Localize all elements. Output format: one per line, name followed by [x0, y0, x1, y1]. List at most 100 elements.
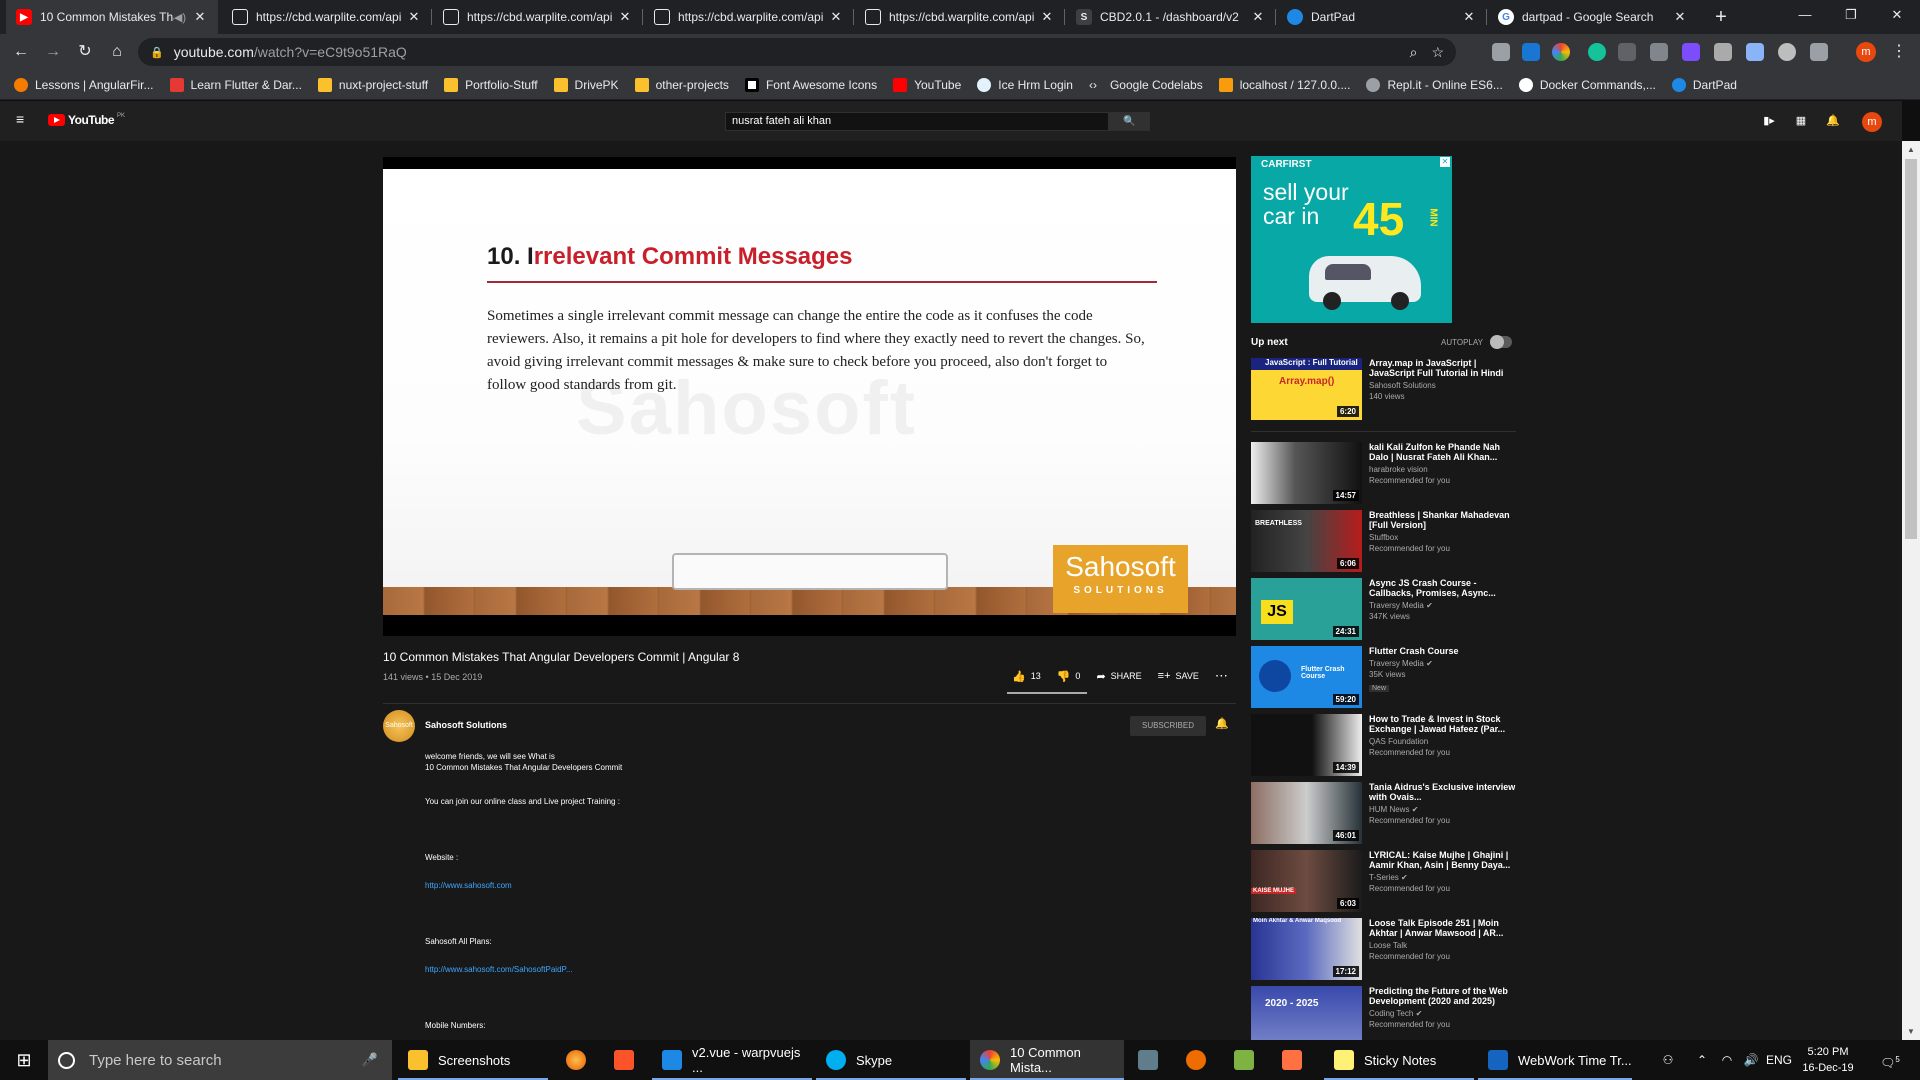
recommended-video[interactable]: Flutter Crash Course 59:20 Flutter Crash…	[1251, 646, 1521, 708]
recommended-video[interactable]: 14:39 How to Trade & Invest in Stock Exc…	[1251, 714, 1521, 776]
page-scrollbar[interactable]: ▲ ▼	[1902, 141, 1920, 1040]
video-player[interactable]: Sahosoft 10. Irrelevant Commit Messages …	[383, 157, 1236, 636]
search-input[interactable]: nusrat fateh ali khan	[725, 112, 1109, 131]
account-avatar[interactable]: m	[1862, 112, 1882, 132]
video-thumbnail[interactable]: Flutter Crash Course 59:20	[1251, 646, 1362, 708]
close-icon[interactable]: ✕	[1672, 9, 1688, 25]
taskbar-item-brave[interactable]	[604, 1040, 648, 1080]
taskbar-item-chrome[interactable]: 10 Common Mista...	[970, 1040, 1124, 1080]
address-bar[interactable]: 🔒 youtube.com/watch?v=eC9t9o51RaQ ⌕ ☆	[138, 38, 1456, 66]
bookmark-item[interactable]: Repl.it - Online ES6...	[1366, 77, 1503, 92]
language-indicator[interactable]: ENG	[1762, 1040, 1796, 1080]
extension-icon[interactable]	[1810, 43, 1828, 61]
taskbar-item-skype[interactable]: Skype	[816, 1040, 966, 1080]
taskbar-search[interactable]: Type here to search 🎤	[48, 1040, 392, 1080]
share-button[interactable]: ➦ SHARE	[1096, 670, 1141, 683]
forward-button[interactable]: →	[42, 41, 64, 63]
bookmark-item[interactable]: Docker Commands,...	[1518, 77, 1656, 92]
bookmark-item[interactable]: YouTube	[893, 77, 961, 92]
recommended-video[interactable]: KAISE MUJHE 6:03 LYRICAL: Kaise Mujhe | …	[1251, 850, 1521, 912]
microphone-icon[interactable]: 🎤	[362, 1052, 378, 1068]
video-thumbnail[interactable]: Moin Akhtar & Anwar Maqsood 17:12	[1251, 918, 1362, 980]
bookmark-folder[interactable]: nuxt-project-stuff	[317, 77, 428, 92]
bookmark-folder[interactable]: Portfolio-Stuff	[444, 77, 538, 92]
recommended-video[interactable]: 14:57 kali Kali Zulfon ke Phande Nah Dal…	[1251, 442, 1521, 504]
minimize-button[interactable]: —	[1782, 0, 1828, 30]
home-button[interactable]: ⌂	[106, 41, 128, 63]
taskbar-item-sticky-notes[interactable]: Sticky Notes	[1324, 1040, 1474, 1080]
extension-icon[interactable]	[1650, 43, 1668, 61]
tab-dartpad[interactable]: DartPad ✕	[1277, 0, 1487, 34]
restore-button[interactable]: ❐	[1828, 0, 1874, 30]
extension-icon[interactable]	[1682, 43, 1700, 61]
bookmark-item[interactable]: ‹› Google Codelabs	[1089, 78, 1203, 92]
taskbar-item-terminal[interactable]	[1224, 1040, 1268, 1080]
menu-dots-icon[interactable]: ⋮	[1888, 41, 1910, 63]
hamburger-menu-icon[interactable]: ≡	[16, 112, 30, 126]
video-thumbnail[interactable]: JS 24:31	[1251, 578, 1362, 640]
people-icon[interactable]: ⚇	[1656, 1040, 1680, 1080]
zoom-icon[interactable]: ⌕	[1410, 44, 1418, 61]
reload-button[interactable]: ↻	[74, 41, 96, 63]
video-title[interactable]: LYRICAL: Kaise Mujhe | Ghajini | Aamir K…	[1369, 850, 1519, 870]
recommended-video[interactable]: 46:01 Tania Aidrus's Exclusive interview…	[1251, 782, 1521, 844]
video-title[interactable]: Predicting the Future of the Web Develop…	[1369, 986, 1519, 1006]
video-thumbnail[interactable]: JavaScript : Full Tutorial Array.map() 6…	[1251, 358, 1362, 420]
search-icon[interactable]: 🔍	[1109, 112, 1150, 131]
new-tab-button[interactable]: +	[1708, 4, 1734, 30]
more-actions-icon[interactable]: ⋯	[1215, 668, 1228, 684]
bookmark-item[interactable]: Font Awesome Icons	[744, 77, 877, 92]
tab-warplite-2[interactable]: https://cbd.warplite.com/api ✕	[433, 0, 643, 34]
extension-icon[interactable]	[1522, 43, 1540, 61]
recommended-video[interactable]: BREATHLESS 6:06 Breathless | Shankar Mah…	[1251, 510, 1521, 572]
save-button[interactable]: ≡+ SAVE	[1158, 670, 1199, 682]
like-button[interactable]: 👍 13	[1012, 670, 1041, 683]
extension-icon[interactable]	[1618, 43, 1636, 61]
recommended-video[interactable]: JS 24:31 Async JS Crash Course - Callbac…	[1251, 578, 1521, 640]
video-title[interactable]: Loose Talk Episode 251 | Moin Akhtar | A…	[1369, 918, 1519, 938]
video-title[interactable]: Async JS Crash Course - Callbacks, Promi…	[1369, 578, 1519, 598]
volume-icon[interactable]: 🔊	[1740, 1040, 1762, 1080]
channel-avatar[interactable]: Sahosoft	[383, 710, 415, 742]
close-icon[interactable]: ✕	[1039, 9, 1055, 25]
apps-grid-icon[interactable]: ▦	[1794, 115, 1808, 128]
extension-icon[interactable]	[1714, 43, 1732, 61]
bookmark-item[interactable]: localhost / 127.0.0....	[1218, 77, 1350, 92]
grammarly-icon[interactable]	[1588, 43, 1606, 61]
wifi-icon[interactable]: ◠	[1716, 1040, 1738, 1080]
taskbar-item-webwork[interactable]: WebWork Time Tr...	[1478, 1040, 1632, 1080]
notifications-bell-icon[interactable]: 🔔	[1826, 115, 1840, 128]
close-window-button[interactable]: ✕	[1874, 0, 1920, 30]
autoplay-toggle[interactable]	[1490, 335, 1512, 349]
create-video-icon[interactable]: ▮▸	[1762, 115, 1776, 128]
video-title[interactable]: Breathless | Shankar Mahadevan [Full Ver…	[1369, 510, 1519, 530]
audio-icon[interactable]: ◀)	[174, 11, 186, 24]
video-thumbnail[interactable]: BREATHLESS 6:06	[1251, 510, 1362, 572]
extension-icon[interactable]	[1778, 43, 1796, 61]
plans-link[interactable]: http://www.sahosoft.com/SahosoftPaidP...	[425, 965, 573, 974]
tab-youtube[interactable]: ▶ 10 Common Mistakes That Angular Develo…	[6, 0, 218, 34]
tab-google-search[interactable]: G dartpad - Google Search ✕	[1488, 0, 1698, 34]
chrome-extension-icon[interactable]	[1552, 43, 1570, 61]
notifications-center-icon[interactable]: 🗨5	[1872, 1040, 1908, 1080]
recommended-video[interactable]: Moin Akhtar & Anwar Maqsood 17:12 Loose …	[1251, 918, 1521, 980]
tab-warplite-4[interactable]: https://cbd.warplite.com/api ✕	[855, 0, 1065, 34]
tab-warplite-1[interactable]: https://cbd.warplite.com/api ✕	[222, 0, 432, 34]
website-link[interactable]: http://www.sahosoft.com	[425, 881, 512, 890]
bookmark-star-icon[interactable]: ☆	[1431, 44, 1444, 61]
bookmark-item[interactable]: DartPad	[1671, 77, 1737, 92]
back-button[interactable]: ←	[10, 41, 32, 63]
lock-icon[interactable]: 🔒	[150, 46, 164, 59]
dislike-button[interactable]: 👎 0	[1057, 670, 1081, 683]
video-title[interactable]: How to Trade & Invest in Stock Exchange …	[1369, 714, 1519, 734]
close-icon[interactable]: ✕	[617, 9, 633, 25]
tray-chevron-icon[interactable]: ⌃	[1692, 1040, 1712, 1080]
taskbar-item-postman[interactable]	[1176, 1040, 1220, 1080]
sidebar-ad[interactable]: CARFIRST sell your car in 45 MIN ✕	[1251, 156, 1452, 323]
bookmark-folder[interactable]: other-projects	[634, 77, 729, 92]
windows-start-icon[interactable]: ⊞	[0, 1040, 48, 1080]
recommended-video[interactable]: 2020 - 2025 Predicting the Future of the…	[1251, 986, 1521, 1040]
profile-avatar[interactable]: m	[1856, 42, 1876, 62]
taskbar-item-screenshots[interactable]: Screenshots	[398, 1040, 548, 1080]
close-icon[interactable]: ✕	[1461, 9, 1477, 25]
